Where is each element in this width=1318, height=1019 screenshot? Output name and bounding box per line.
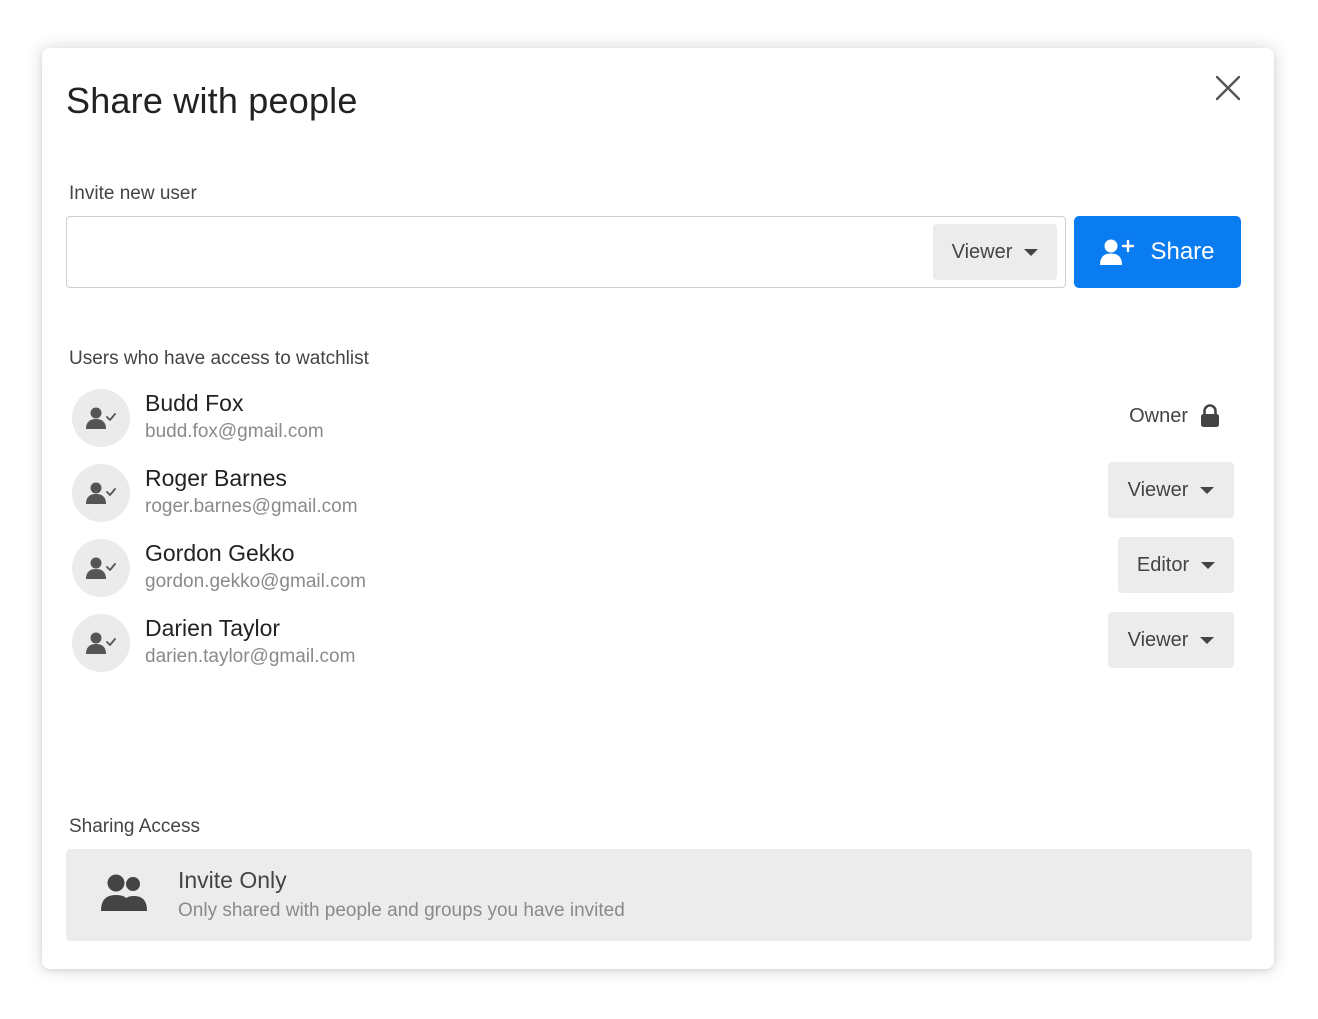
caret-down-icon (1024, 248, 1039, 256)
user-row: Gordon Gekko gordon.gekko@gmail.com Edit… (72, 537, 1234, 613)
sharing-mode-description: Only shared with people and groups you h… (178, 900, 625, 921)
avatar (72, 614, 130, 672)
sharing-access-option[interactable]: Invite Only Only shared with people and … (66, 849, 1252, 941)
user-email: gordon.gekko@gmail.com (145, 571, 367, 592)
share-button[interactable]: Share (1074, 216, 1241, 288)
user-email: budd.fox@gmail.com (145, 421, 324, 442)
user-role-dropdown[interactable]: Viewer (1108, 462, 1234, 518)
avatar (72, 464, 130, 522)
user-role-dropdown[interactable]: Viewer (1108, 612, 1234, 668)
invite-role-label: Viewer (951, 240, 1013, 263)
caret-down-icon (1200, 486, 1215, 494)
owner-badge: Owner (1129, 404, 1220, 428)
user-role-label: Viewer (1127, 628, 1189, 651)
user-check-icon (86, 482, 116, 504)
user-name: Roger Barnes (145, 465, 287, 491)
avatar (72, 389, 130, 447)
user-row: Roger Barnes roger.barnes@gmail.com View… (72, 462, 1234, 538)
user-email: roger.barnes@gmail.com (145, 496, 358, 517)
invite-input-wrapper: Viewer (66, 216, 1066, 288)
share-button-label: Share (1150, 238, 1215, 265)
caret-down-icon (1201, 561, 1216, 569)
sharing-mode-title: Invite Only (178, 867, 287, 893)
invite-role-dropdown[interactable]: Viewer (933, 224, 1057, 280)
user-check-icon (86, 557, 116, 579)
user-check-icon (86, 407, 116, 429)
user-name: Darien Taylor (145, 615, 281, 641)
add-user-icon (1100, 239, 1135, 265)
close-button[interactable] (1210, 70, 1246, 106)
avatar (72, 539, 130, 597)
user-email: darien.taylor@gmail.com (145, 646, 356, 667)
user-name: Budd Fox (145, 390, 244, 416)
user-role-label: Editor (1136, 553, 1190, 576)
owner-label: Owner (1129, 404, 1188, 427)
lock-icon (1201, 404, 1219, 427)
user-role-dropdown[interactable]: Editor (1118, 537, 1234, 593)
invite-row: Viewer Share (66, 216, 1242, 288)
user-list: Budd Fox budd.fox@gmail.com Owner Roger … (72, 388, 1234, 688)
share-dialog: Share with people Invite new user Viewer… (42, 48, 1274, 969)
dialog-title: Share with people (66, 80, 358, 121)
sharing-access-label: Sharing Access (69, 816, 200, 837)
user-row: Budd Fox budd.fox@gmail.com Owner (72, 388, 1234, 463)
invite-input[interactable] (79, 231, 919, 273)
close-icon (1215, 75, 1241, 101)
user-row: Darien Taylor darien.taylor@gmail.com Vi… (72, 612, 1234, 688)
caret-down-icon (1200, 636, 1215, 644)
user-check-icon (86, 632, 116, 654)
group-icon (101, 874, 147, 911)
users-label: Users who have access to watchlist (69, 348, 369, 369)
user-name: Gordon Gekko (145, 540, 295, 566)
user-role-label: Viewer (1127, 478, 1189, 501)
invite-label: Invite new user (69, 183, 197, 204)
